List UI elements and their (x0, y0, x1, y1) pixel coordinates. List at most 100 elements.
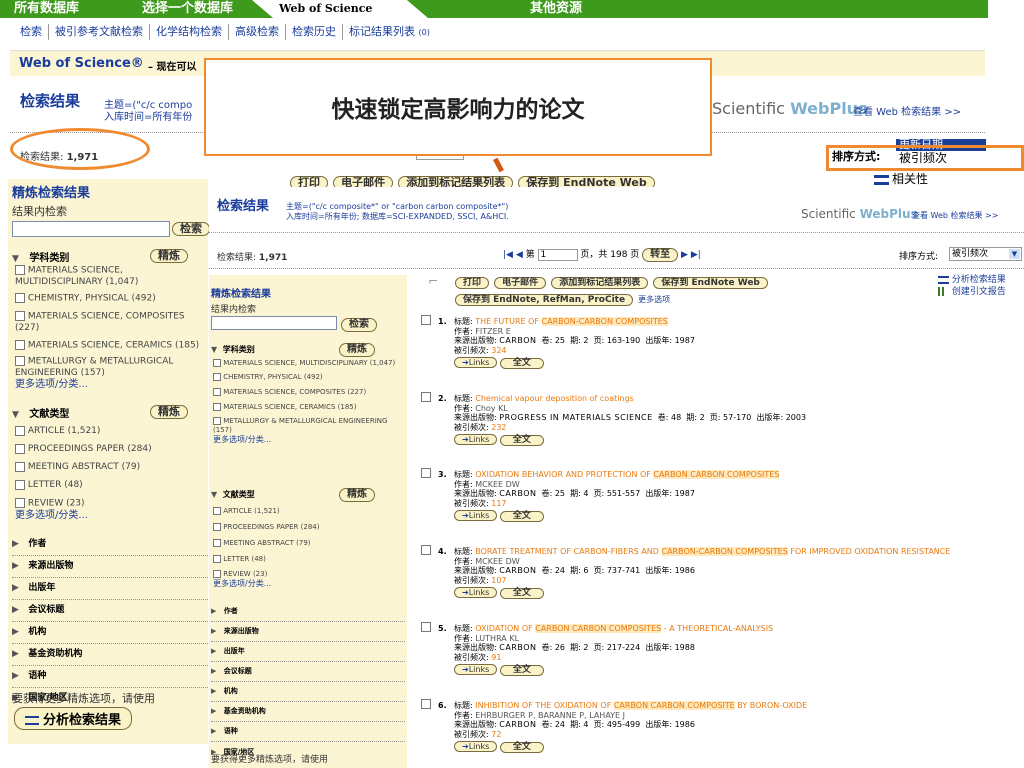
chevron-down-icon[interactable]: ▼ (1009, 249, 1020, 259)
result-checkbox[interactable] (421, 545, 431, 555)
bg-within-search-input[interactable] (12, 221, 170, 237)
facet-source[interactable]: ▶ 来源出版物 (211, 622, 405, 642)
bg-within-search-button[interactable]: 检索 (172, 222, 210, 236)
sort-select[interactable]: 被引频次 ▼ (949, 247, 1022, 261)
fulltext-button[interactable]: 全文 (499, 742, 544, 753)
bg-doctype-refine-button[interactable]: 精炼 (150, 405, 188, 419)
bg-more-options-link[interactable]: 更多选项/分类... (15, 379, 207, 390)
subject-item[interactable]: CHEMISTRY, PHYSICAL (492) (213, 373, 407, 382)
checkbox[interactable] (15, 339, 25, 350)
inner-within-search-button[interactable]: 检索 (341, 318, 377, 332)
doctype-item[interactable]: MEETING ABSTRACT (79) (213, 535, 407, 551)
inner-more-options-link[interactable]: 更多选项/分类... (213, 435, 407, 444)
facet-language[interactable]: ▶ 语种 (211, 722, 405, 742)
result-checkbox[interactable] (421, 315, 431, 325)
inner-within-search-input[interactable] (211, 316, 337, 330)
nav-search[interactable]: 检索 (14, 24, 49, 40)
bg-facet-language[interactable]: ▶ 语种 (12, 666, 208, 688)
inner-view-web-results[interactable]: 查看 Web 检索结果 >> (912, 210, 998, 221)
result-author[interactable]: MCKEE DW (475, 480, 519, 489)
citation-report-link[interactable]: 创建引文报告 (938, 284, 1006, 297)
result-author[interactable]: FITZER E (475, 327, 511, 336)
next-last-page-icon[interactable]: ▶ ▶| (681, 250, 701, 260)
checkbox[interactable] (15, 498, 25, 508)
bg-doctype-item[interactable]: LETTER (48) (15, 476, 207, 494)
result-checkbox[interactable] (421, 392, 431, 402)
nav-structure-search[interactable]: 化学结构检索 (150, 24, 229, 40)
facet-author[interactable]: ▶ 作者 (211, 602, 405, 622)
facet-funding[interactable]: ▶ 基金资助机构 (211, 702, 405, 722)
links-button[interactable]: ➔Links (454, 664, 498, 675)
checkbox[interactable] (15, 443, 25, 454)
cited-count-link[interactable]: 324 (491, 346, 506, 355)
bg-facet-funding[interactable]: ▶ 基金资助机构 (12, 644, 208, 666)
result-title-link[interactable]: THE FUTURE OF CARBON-CARBON COMPOSITES (475, 317, 668, 326)
result-author[interactable]: LUTHRA KL (475, 634, 519, 643)
tab-other-resources[interactable]: 其他资源 (530, 0, 582, 18)
result-title-link[interactable]: Chemical vapour deposition of coatings (475, 394, 634, 403)
result-author[interactable]: MCKEE DW (475, 557, 519, 566)
checkbox[interactable] (15, 356, 25, 366)
scientific-webplus-logo[interactable]: Scientific WebPlus (712, 99, 868, 118)
nav-marked-list[interactable]: 标记结果列表 (0) (343, 24, 436, 40)
bg-analyze-button[interactable]: 分析检索结果 (14, 707, 133, 730)
inner-print-button[interactable]: 打印 (455, 277, 490, 289)
bg-facet-conference[interactable]: ▶ 会议标题 (12, 600, 208, 622)
bg-subject-item[interactable]: CHEMISTRY, PHYSICAL (492) (15, 292, 207, 305)
view-web-results-link[interactable]: 查看 Web 检索结果 >> (853, 103, 961, 118)
fulltext-button[interactable]: 全文 (499, 511, 544, 522)
tab-select-database[interactable]: 选择一个数据库 (142, 0, 233, 18)
cited-count-link[interactable]: 107 (491, 576, 506, 585)
bg-facet-source[interactable]: ▶ 来源出版物 (12, 556, 208, 578)
nav-search-history[interactable]: 检索历史 (286, 24, 343, 40)
subject-item[interactable]: MATERIALS SCIENCE, COMPOSITES (227) (213, 388, 407, 397)
links-button[interactable]: ➔Links (454, 434, 498, 445)
bg-doctype-item[interactable]: ARTICLE (1,521) (15, 422, 207, 440)
links-button[interactable]: ➔Links (454, 741, 498, 752)
bg-doctype-item[interactable]: PROCEEDINGS PAPER (284) (15, 440, 207, 458)
inner-doctype-refine-button[interactable]: 精炼 (339, 488, 375, 502)
result-checkbox[interactable] (421, 468, 431, 478)
result-author[interactable]: Choy KL (475, 404, 508, 413)
inner-subject-refine-button[interactable]: 精炼 (339, 343, 375, 357)
checkbox[interactable] (15, 311, 25, 321)
bg-facet-year[interactable]: ▶ 出版年 (12, 578, 208, 600)
tab-web-of-science[interactable]: Web of Science (252, 0, 428, 18)
nav-advanced-search[interactable]: 高级检索 (229, 24, 286, 40)
links-button[interactable]: ➔Links (454, 510, 498, 521)
bg-doctype-item[interactable]: REVIEW (23) (15, 498, 207, 510)
facet-year[interactable]: ▶ 出版年 (211, 642, 405, 662)
checkbox[interactable] (15, 292, 25, 303)
result-title-link[interactable]: OXIDATION BEHAVIOR AND PROTECTION OF CAR… (475, 470, 780, 479)
bg-subject-item[interactable]: MATERIALS SCIENCE, MULTIDISCIPLINARY (1,… (15, 265, 207, 288)
checkbox[interactable] (15, 425, 25, 436)
bg-subject-item[interactable]: MATERIALS SCIENCE, CERAMICS (185) (15, 339, 207, 352)
fulltext-button[interactable]: 全文 (499, 588, 544, 599)
cited-count-link[interactable]: 232 (491, 423, 506, 432)
checkbox[interactable] (15, 265, 25, 275)
subject-item[interactable]: MATERIALS SCIENCE, MULTIDISCIPLINARY (1,… (213, 359, 407, 368)
facet-org[interactable]: ▶ 机构 (211, 682, 405, 702)
links-button[interactable]: ➔Links (454, 587, 498, 598)
cited-count-link[interactable]: 91 (491, 653, 501, 662)
subject-item[interactable]: METALLURGY & METALLURGICAL ENGINEERING (… (213, 417, 407, 435)
bg-subject-refine-button[interactable]: 精炼 (150, 249, 188, 263)
doctype-item[interactable]: REVIEW (23) (213, 570, 407, 579)
checkbox[interactable] (15, 461, 25, 472)
inner-save-endnote-button[interactable]: 保存到 EndNote Web (653, 277, 768, 289)
more-options-link[interactable]: 更多选项 (638, 295, 670, 304)
links-button[interactable]: ➔Links (454, 357, 498, 368)
result-checkbox[interactable] (421, 699, 431, 709)
fulltext-button[interactable]: 全文 (499, 665, 544, 676)
bg-doctype-item[interactable]: MEETING ABSTRACT (79) (15, 458, 207, 476)
result-title-link[interactable]: OXIDATION OF CARBON CARBON COMPOSITES - … (475, 624, 773, 633)
bg-facet-author[interactable]: ▶ 作者 (12, 534, 208, 556)
doctype-item[interactable]: LETTER (48) (213, 551, 407, 567)
checkbox[interactable] (15, 479, 25, 490)
bg-subject-item[interactable]: METALLURGY & METALLURGICAL ENGINEERING (… (15, 356, 207, 379)
inner-email-button[interactable]: 电子邮件 (494, 277, 547, 289)
sort-option-relevance[interactable]: 相关性 (874, 170, 928, 187)
inner-more-options-link[interactable]: 更多选项/分类... (213, 579, 407, 588)
result-title-link[interactable]: BORATE TREATMENT OF CARBON-FIBERS AND CA… (475, 547, 950, 556)
subject-item[interactable]: MATERIALS SCIENCE, CERAMICS (185) (213, 403, 407, 412)
